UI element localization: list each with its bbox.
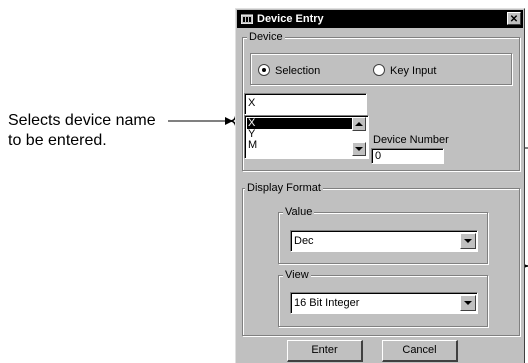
radio-icon (373, 64, 385, 76)
close-button[interactable]: ✕ (507, 12, 521, 25)
value-select[interactable]: Dec (290, 230, 478, 252)
device-name-list[interactable]: X Y M (244, 115, 369, 159)
list-item[interactable]: X (247, 118, 352, 129)
device-group-legend: Device (247, 31, 285, 44)
list-item[interactable]: M (247, 140, 352, 151)
chevron-up-icon (355, 122, 363, 126)
value-dropdown-button[interactable] (460, 233, 476, 249)
device-number-value: 0 (375, 150, 382, 162)
device-name-value: X (248, 97, 256, 109)
annotation-line-2: to be entered. (8, 132, 107, 149)
pointer-arrowhead-left (225, 117, 233, 125)
enter-button[interactable]: Enter (287, 340, 363, 362)
value-group-legend: Value (283, 206, 315, 219)
view-group-legend: View (283, 269, 311, 282)
device-name-input[interactable]: X (244, 93, 367, 115)
cancel-button[interactable]: Cancel (382, 340, 458, 362)
radio-icon (258, 64, 270, 76)
radio-key-input-label: Key Input (390, 65, 437, 77)
radio-key-input[interactable]: Key Input (373, 64, 436, 78)
device-entry-icon (241, 14, 253, 24)
device-number-label: Device Number (373, 134, 449, 146)
chevron-down-icon (464, 301, 472, 305)
list-item[interactable]: Y (247, 129, 352, 140)
view-select-text: 16 Bit Integer (294, 297, 360, 309)
chevron-down-icon (355, 147, 363, 151)
device-number-input[interactable]: 0 (371, 148, 444, 164)
view-dropdown-button[interactable] (460, 295, 476, 311)
view-select[interactable]: 16 Bit Integer (290, 292, 478, 314)
annotation-line-1: Selects device name (8, 112, 156, 129)
title-bar[interactable]: Device Entry ✕ (237, 10, 523, 28)
radio-selection[interactable]: Selection (258, 64, 320, 78)
radio-selection-label: Selection (275, 65, 321, 77)
scroll-down-button[interactable] (352, 142, 366, 156)
annotation-text: Selects device name to be entered. (8, 111, 156, 151)
device-entry-dialog: Device Entry ✕ Device Selection Key Inpu… (235, 8, 525, 363)
value-select-text: Dec (294, 235, 314, 247)
scroll-up-button[interactable] (352, 117, 366, 131)
close-icon: ✕ (509, 14, 519, 25)
display-format-legend: Display Format (245, 182, 323, 195)
chevron-down-icon (464, 239, 472, 243)
dialog-title: Device Entry (257, 13, 324, 25)
